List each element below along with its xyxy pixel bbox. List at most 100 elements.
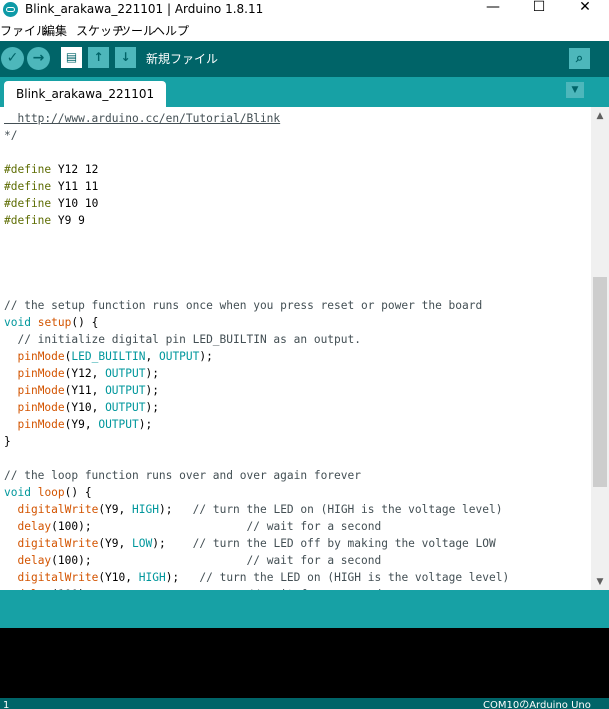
open-button[interactable]: ↑ — [88, 47, 109, 68]
code-token-type: void — [4, 316, 31, 329]
tab-bar: Blink_arakawa_221101 ▼ — [0, 77, 609, 107]
code-token-fn: pinMode — [17, 418, 65, 431]
code-token-plain: () { — [64, 486, 92, 499]
code-token-plain: (Y11, — [64, 384, 106, 397]
code-token-comment: // wait for a second — [246, 520, 382, 533]
maximize-button[interactable]: ☐ — [516, 0, 562, 20]
scroll-down-icon[interactable]: ▼ — [591, 574, 609, 590]
code-line: pinMode(Y9, OUTPUT); — [4, 416, 152, 433]
code-line: */ — [4, 127, 17, 144]
menu-help[interactable]: ヘルプ — [153, 23, 189, 39]
code-token-const: HIGH — [138, 571, 166, 584]
menu-sketch[interactable]: スケッチ — [76, 23, 124, 39]
code-token-comment: // turn the LED on (HIGH is the voltage … — [192, 503, 503, 516]
code-token-fn: digitalWrite — [17, 571, 99, 584]
code-token-plain: ); — [145, 367, 159, 380]
code-token-comment: // the loop function runs over and over … — [4, 469, 361, 482]
arrow-up-icon: ↑ — [93, 50, 104, 64]
code-token-plain: Y10 10 — [51, 197, 99, 210]
code-token-const: LOW — [132, 537, 153, 550]
status-panel — [0, 590, 609, 628]
code-line: #define Y10 10 — [4, 195, 98, 212]
code-line: } — [4, 433, 11, 450]
code-line: #define Y11 11 — [4, 178, 98, 195]
menu-tools[interactable]: ツール — [119, 23, 155, 39]
code-token-plain: (Y10, — [64, 401, 106, 414]
code-line: pinMode(Y12, OUTPUT); — [4, 365, 159, 382]
code-token-const: LED_BUILTIN — [71, 350, 146, 363]
code-token-plain: ); — [145, 384, 159, 397]
tab-menu-button[interactable]: ▼ — [566, 82, 584, 98]
new-file-icon: ▤ — [65, 50, 78, 64]
code-token-plain: ); — [165, 571, 200, 584]
code-token-plain: (Y12, — [64, 367, 106, 380]
line-number: 1 — [3, 700, 10, 709]
code-token-fn: pinMode — [17, 384, 65, 397]
code-token-plain: } — [4, 435, 11, 448]
scroll-up-icon[interactable]: ▲ — [591, 108, 609, 124]
verify-button[interactable]: ✓ — [1, 47, 24, 70]
arrow-right-icon: → — [32, 50, 45, 66]
menu-edit[interactable]: 編集 — [43, 23, 67, 39]
tab-sketch[interactable]: Blink_arakawa_221101 — [4, 81, 167, 107]
code-line: digitalWrite(Y9, HIGH); // turn the LED … — [4, 501, 502, 518]
code-token-pre: #define — [4, 163, 52, 176]
code-token-comment: */ — [4, 129, 18, 142]
code-token-plain: (Y10, — [98, 571, 139, 584]
code-editor[interactable]: http://www.arduino.cc/en/Tutorial/Blink *… — [0, 107, 591, 590]
code-token-const: OUTPUT — [158, 350, 200, 363]
toolbar-action-label: 新規ファイル — [146, 52, 219, 66]
new-button[interactable]: ▤ — [61, 47, 82, 68]
console-output — [0, 628, 609, 698]
code-token-const: HIGH — [132, 503, 159, 516]
code-token-plain: ); — [145, 401, 159, 414]
code-token-plain: ); — [152, 537, 193, 550]
code-token-plain: (100); — [51, 520, 247, 533]
serial-monitor-button[interactable]: ⌕ — [569, 48, 590, 69]
code-token-pre: #define — [4, 214, 52, 227]
code-line: // the loop function runs over and over … — [4, 467, 361, 484]
code-line: http://www.arduino.cc/en/Tutorial/Blink — [4, 110, 280, 127]
save-button[interactable]: ↓ — [115, 47, 136, 68]
code-line: digitalWrite(Y9, LOW); // turn the LED o… — [4, 535, 496, 552]
code-token-plain: (Y9, — [98, 537, 132, 550]
code-line: // initialize digital pin LED_BUILTIN as… — [4, 331, 361, 348]
code-token-pre: #define — [4, 197, 52, 210]
code-token-fn: delay — [17, 554, 52, 567]
magnifier-icon: ⌕ — [575, 51, 584, 66]
check-icon: ✓ — [6, 50, 19, 66]
window-title: Blink_arakawa_221101 | Arduino 1.8.11 — [25, 2, 264, 16]
code-token-fn: pinMode — [17, 367, 65, 380]
chevron-down-icon: ▼ — [571, 85, 579, 95]
code-line: // the setup function runs once when you… — [4, 297, 482, 314]
code-token-plain: (Y9, — [64, 418, 99, 431]
code-token-comment: // turn the LED off by making the voltag… — [192, 537, 496, 550]
toolbar: ✓ → ▤ ↑ ↓ 新規ファイル ⌕ — [0, 41, 609, 77]
code-token-plain: ); — [138, 418, 153, 431]
code-token-fn: delay — [17, 520, 52, 533]
code-token-plain: Y9 9 — [51, 214, 85, 227]
code-line: pinMode(LED_BUILTIN, OUTPUT); — [4, 348, 212, 365]
menu-file[interactable]: ファイル — [0, 23, 48, 39]
arrow-down-icon: ↓ — [120, 50, 131, 64]
code-line: #define Y9 9 — [4, 212, 85, 229]
close-button[interactable]: ✕ — [562, 0, 608, 20]
scrollbar-thumb[interactable] — [593, 277, 607, 487]
code-token-comment: // wait for a second — [246, 554, 382, 567]
menu-bar: ファイル 編集 スケッチ ツール ヘルプ — [0, 20, 609, 41]
code-token-plain: (Y9, — [98, 503, 132, 516]
minimize-button[interactable]: — — [470, 0, 516, 20]
code-token-const: OUTPUT — [105, 367, 146, 380]
upload-button[interactable]: → — [27, 47, 50, 70]
code-token-const: OUTPUT — [98, 418, 139, 431]
code-token-url: http://www.arduino.cc/en/Tutorial/Blink — [4, 112, 281, 125]
